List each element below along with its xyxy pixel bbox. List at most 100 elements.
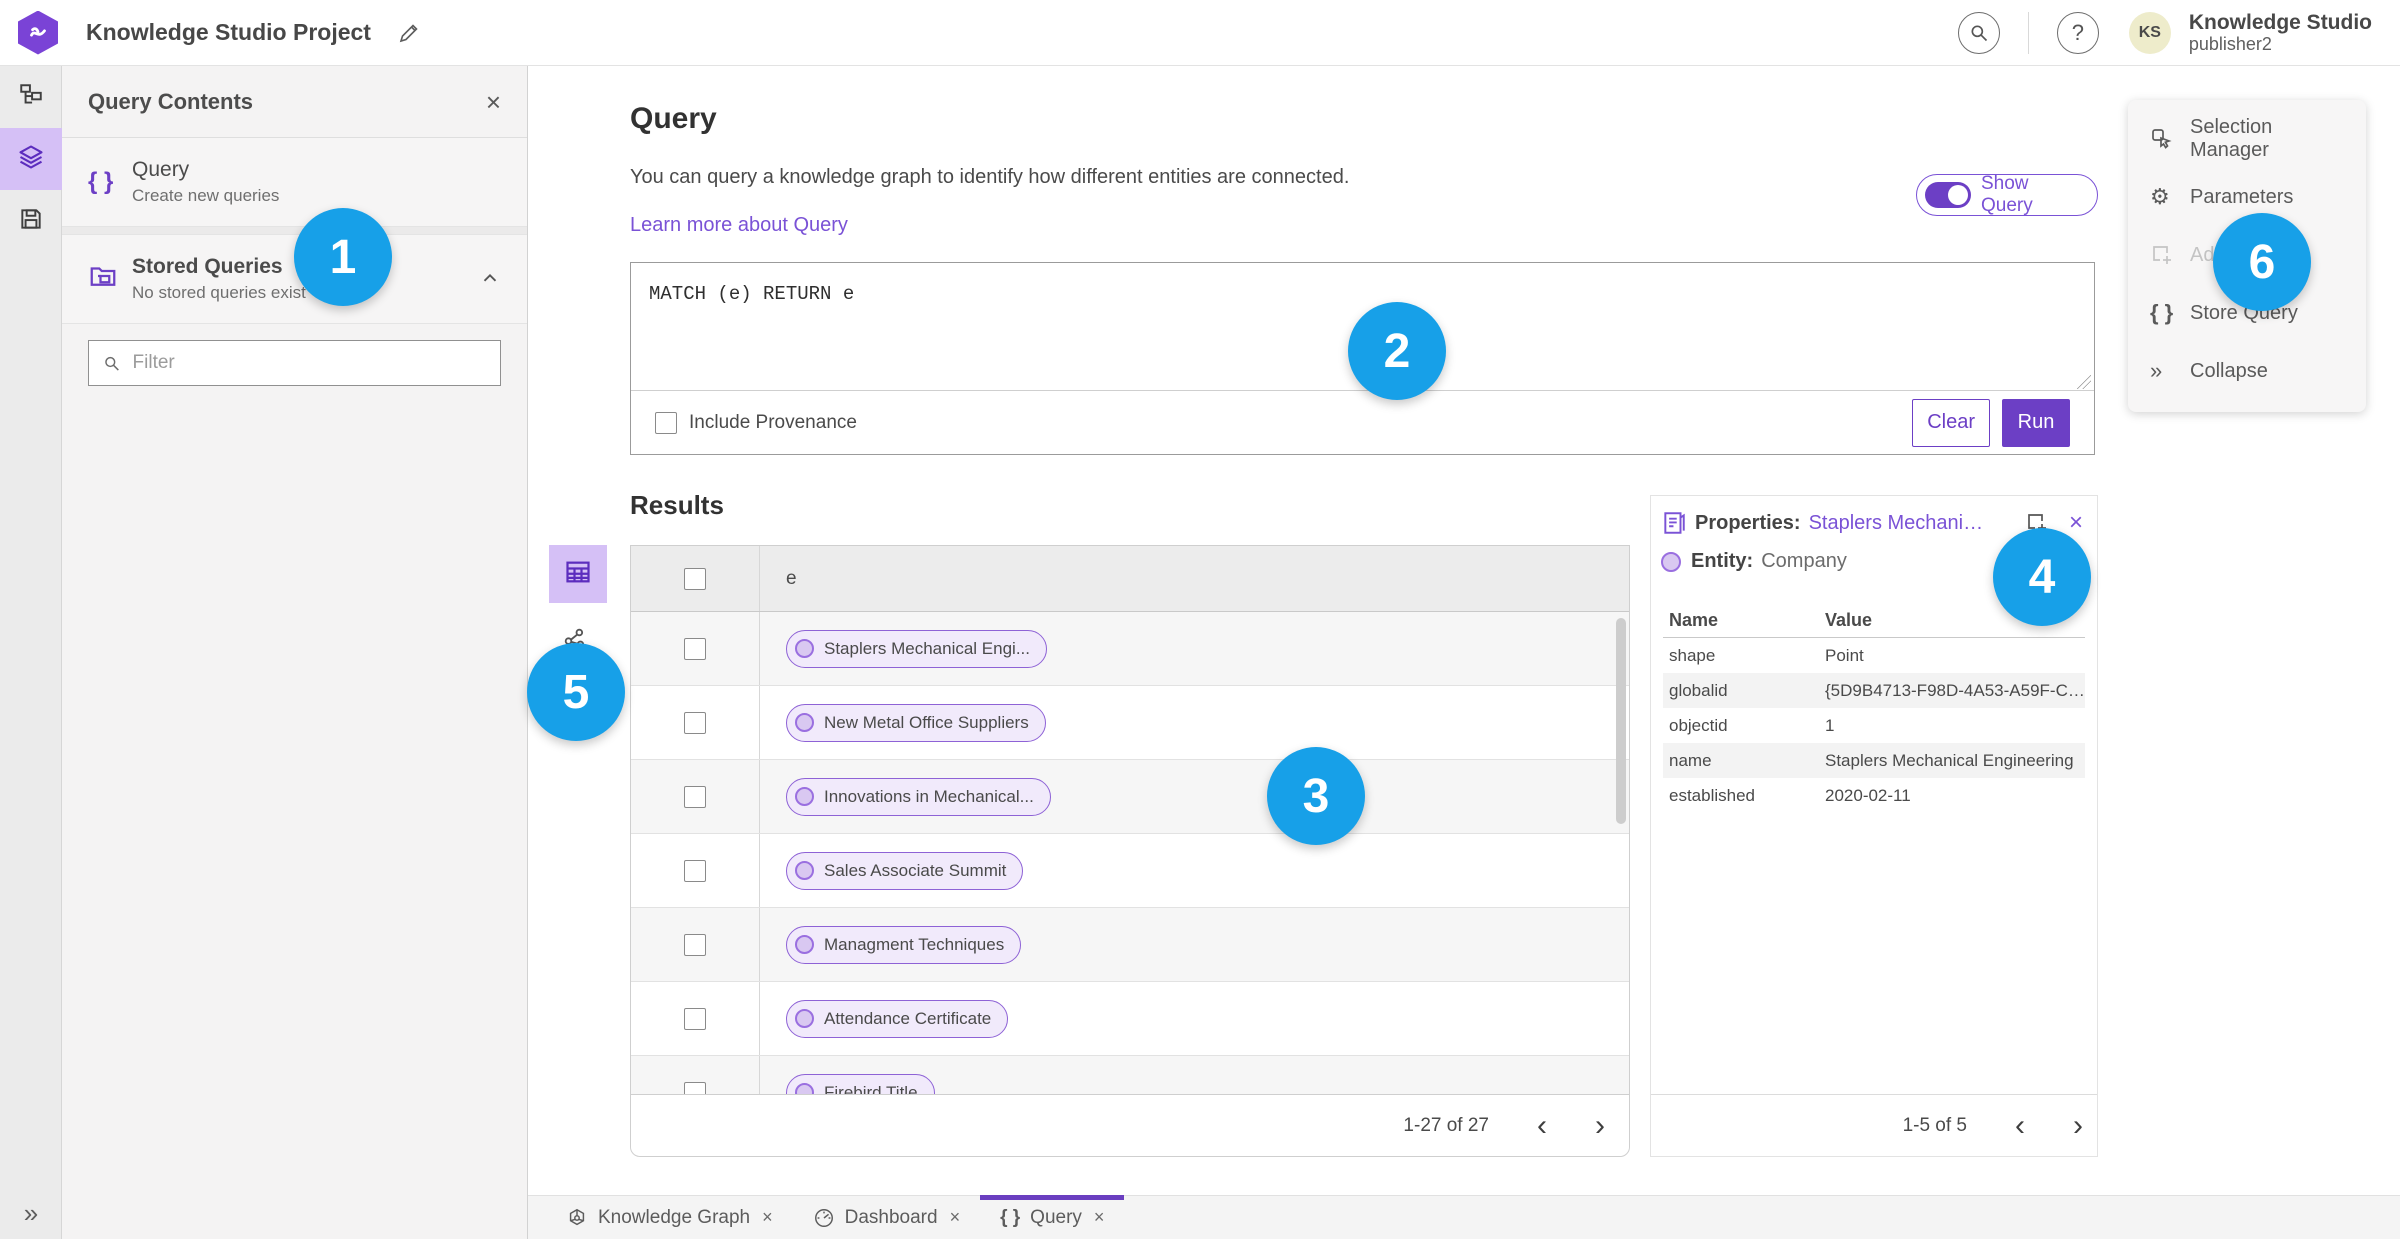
show-query-toggle[interactable]: Show Query xyxy=(1916,173,2098,216)
row-checkbox[interactable] xyxy=(684,637,706,660)
entity-pill[interactable]: Managment Techniques xyxy=(786,925,1022,964)
page-title: Query xyxy=(630,102,717,135)
property-row: globalid {5D9B4713-F98D-4A53-A59F-C11... xyxy=(1663,673,2085,708)
entity-label: Staplers Mechanical Engi... xyxy=(824,638,1030,658)
pagination-range: 1-5 of 5 xyxy=(1902,1114,1967,1136)
entity-label: Sales Associate Summit xyxy=(824,860,1007,880)
app-logo-icon[interactable] xyxy=(18,10,58,55)
entity-pill[interactable]: Firebird Title xyxy=(786,1073,935,1095)
props-page-prev-button[interactable]: ‹ xyxy=(2015,1110,2025,1141)
properties-label: Properties: xyxy=(1695,511,1801,534)
entity-pill[interactable]: New Metal Office Suppliers xyxy=(786,703,1046,742)
edit-title-icon[interactable] xyxy=(397,21,421,45)
rail-item-hierarchy[interactable] xyxy=(0,66,62,128)
table-view-button[interactable] xyxy=(549,545,607,603)
table-icon xyxy=(564,558,592,591)
table-body: Staplers Mechanical Engi... New Metal Of… xyxy=(631,612,1629,1094)
props-page-next-button[interactable]: › xyxy=(2073,1110,2083,1141)
entity-dot-icon xyxy=(795,935,814,954)
row-checkbox[interactable] xyxy=(684,859,706,882)
entity-label: Firebird Title xyxy=(824,1082,918,1095)
save-icon xyxy=(18,206,44,237)
close-panel-icon[interactable]: × xyxy=(486,89,501,115)
add-to-icon xyxy=(2150,243,2190,267)
tab-dashboard[interactable]: Dashboard × xyxy=(793,1196,980,1239)
panel-title: Query Contents xyxy=(88,88,254,114)
chevron-up-icon[interactable] xyxy=(479,268,501,290)
row-checkbox[interactable] xyxy=(684,1081,706,1094)
item-label: Query xyxy=(132,158,190,181)
row-checkbox[interactable] xyxy=(684,933,706,956)
tab-query[interactable]: { } Query × xyxy=(980,1195,1125,1239)
expand-rail-button[interactable]: » xyxy=(0,1198,62,1229)
row-checkbox[interactable] xyxy=(684,1007,706,1030)
resize-handle[interactable] xyxy=(2077,375,2091,389)
entity-pill[interactable]: Innovations in Mechanical... xyxy=(786,777,1051,816)
left-icon-rail: » xyxy=(0,66,62,1239)
entity-swatch-icon xyxy=(1661,551,1681,572)
rail-item-save[interactable] xyxy=(0,190,62,252)
entity-label: New Metal Office Suppliers xyxy=(824,712,1029,732)
table-row[interactable]: New Metal Office Suppliers xyxy=(631,686,1629,760)
entity-pill[interactable]: Attendance Certificate xyxy=(786,999,1009,1038)
annotation-circle-6: 6 xyxy=(2213,213,2311,311)
clear-button[interactable]: Clear xyxy=(1912,398,1990,447)
toggle-label: Show Query xyxy=(1981,173,2033,216)
results-title: Results xyxy=(630,490,724,520)
properties-table: Name Value shape Point globalid {5D9B471… xyxy=(1663,603,2085,813)
pagination-range: 1-27 of 27 xyxy=(1403,1114,1489,1136)
run-button[interactable]: Run xyxy=(2002,398,2070,447)
row-checkbox[interactable] xyxy=(684,711,706,734)
close-properties-icon[interactable]: × xyxy=(2069,511,2083,535)
entity-value: Company xyxy=(1761,550,1847,572)
knowledge-studio-app: Knowledge Studio Project ? KS Knowledge … xyxy=(0,0,2400,1239)
rail-item-layers[interactable] xyxy=(0,128,62,190)
annotation-circle-4: 4 xyxy=(1993,528,2091,626)
page-prev-button[interactable]: ‹ xyxy=(1537,1110,1547,1141)
menu-item-selection-manager[interactable]: Selection Manager xyxy=(2128,110,2366,168)
avatar[interactable]: KS xyxy=(2128,11,2171,54)
page-next-button[interactable]: › xyxy=(1595,1110,1605,1141)
tab-knowledge-graph[interactable]: Knowledge Graph × xyxy=(546,1196,793,1239)
menu-item-collapse[interactable]: » Collapse xyxy=(2128,342,2366,400)
entity-pill[interactable]: Staplers Mechanical Engi... xyxy=(786,629,1047,668)
search-button[interactable] xyxy=(1957,11,2000,54)
query-contents-panel: Query Contents × { } Query Create new qu… xyxy=(62,66,528,1239)
learn-more-link[interactable]: Learn more about Query xyxy=(630,214,848,237)
close-tab-icon[interactable]: × xyxy=(1094,1207,1105,1228)
entity-dot-icon xyxy=(795,787,814,806)
table-row[interactable]: Sales Associate Summit xyxy=(631,834,1629,908)
sidebar-item-query[interactable]: { } Query Create new queries xyxy=(62,138,527,227)
filter-input[interactable] xyxy=(132,352,486,374)
annotation-circle-1: 1 xyxy=(294,208,392,306)
properties-entity-link[interactable]: Staplers Mechanic... xyxy=(1809,512,1984,535)
header-checkbox-cell xyxy=(631,546,760,611)
bottom-tab-bar: Knowledge Graph × Dashboard × { } Query … xyxy=(528,1195,2400,1239)
item-label: Stored Queries xyxy=(132,255,283,278)
close-tab-icon[interactable]: × xyxy=(762,1207,773,1228)
help-button[interactable]: ? xyxy=(2056,11,2099,54)
results-table: e Staplers Mechanical Engi... New Metal … xyxy=(630,545,1630,1157)
collapse-icon: » xyxy=(2150,358,2163,383)
table-row[interactable]: Staplers Mechanical Engi... xyxy=(631,612,1629,686)
include-provenance-checkbox[interactable] xyxy=(655,411,677,434)
table-row[interactable]: Managment Techniques xyxy=(631,908,1629,982)
braces-icon: { } xyxy=(2150,300,2174,325)
table-row[interactable]: Innovations in Mechanical... xyxy=(631,760,1629,834)
select-all-checkbox[interactable] xyxy=(684,567,706,590)
query-description: You can query a knowledge graph to ident… xyxy=(630,166,1350,188)
table-row[interactable]: Attendance Certificate xyxy=(631,982,1629,1056)
help-icon: ? xyxy=(2071,19,2084,45)
project-title: Knowledge Studio Project xyxy=(86,19,371,45)
row-checkbox[interactable] xyxy=(684,785,706,808)
topbar-actions: ? KS Knowledge Studio publisher2 xyxy=(1957,11,2372,55)
table-row[interactable]: Firebird Title xyxy=(631,1056,1629,1094)
entity-label: Innovations in Mechanical... xyxy=(824,786,1034,806)
annotation-circle-3: 3 xyxy=(1267,747,1365,845)
table-scrollbar[interactable] xyxy=(1616,618,1626,824)
item-sublabel: No stored queries exist xyxy=(132,283,306,302)
entity-pill[interactable]: Sales Associate Summit xyxy=(786,851,1024,890)
hierarchy-icon xyxy=(18,82,44,113)
close-tab-icon[interactable]: × xyxy=(950,1207,961,1228)
property-row: shape Point xyxy=(1669,645,1864,665)
